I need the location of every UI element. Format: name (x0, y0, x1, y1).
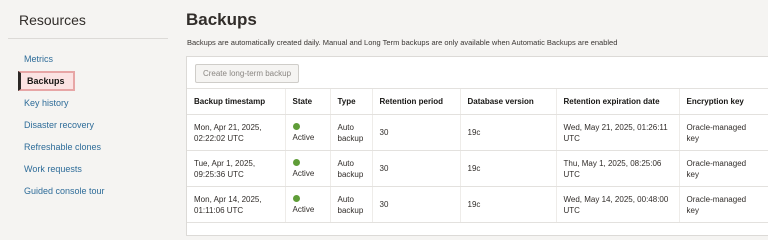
encryption-key-cell: Oracle-managed key (678, 186, 768, 223)
column-header-state[interactable]: State (284, 88, 330, 115)
backups-panel: Create long-term backup Backup timestamp… (186, 56, 768, 236)
encryption-key-cell: Oracle-managed key (678, 114, 768, 151)
backup-timestamp-cell: Tue, Apr 1, 2025, 09:25:36 UTC (187, 150, 285, 187)
column-header-retention-period[interactable]: Retention period (371, 88, 460, 115)
table-row: Tue, Apr 1, 2025, 09:25:36 UTC Active Aut… (187, 150, 768, 187)
backups-main: Backups Backups are automatically create… (186, 0, 768, 236)
type-line: Auto (337, 194, 354, 204)
sidebar-item-metrics[interactable]: Metrics (0, 48, 172, 70)
state-label: Active (292, 204, 315, 214)
timestamp-time: 02:22:02 UTC (194, 133, 244, 143)
sidebar-item-label: Metrics (24, 54, 53, 64)
table-row: Mon, Apr 14, 2025, 01:11:06 UTC Active Au… (187, 186, 768, 223)
timestamp-time: 09:25:36 UTC (194, 169, 244, 179)
resources-sidebar: Resources Metrics Backups Key history Di… (0, 0, 172, 233)
sidebar-item-work-requests[interactable]: Work requests (0, 158, 172, 180)
sidebar-divider (8, 38, 168, 39)
encryption-line: key (686, 169, 699, 179)
sidebar-item-label: Backups (18, 71, 75, 91)
encryption-key-cell: Oracle-managed key (678, 150, 768, 187)
database-version-cell: 19c (459, 186, 556, 223)
active-status-dot-icon (292, 194, 300, 202)
retention-expiration-cell: Thu, May 1, 2025, 08:25:06 UTC (555, 150, 679, 187)
column-header-database-version[interactable]: Database version (459, 88, 556, 115)
create-long-term-backup-button[interactable]: Create long-term backup (195, 64, 299, 83)
table-row: Mon, Apr 21, 2025, 02:22:02 UTC Active Au… (187, 114, 768, 151)
expiration-line: Thu, May 1, 2025, 08:25:06 (563, 158, 662, 168)
type-line: backup (337, 205, 364, 215)
retention-period-cell: 30 (371, 114, 460, 151)
column-header-backup-timestamp[interactable]: Backup timestamp (187, 88, 285, 115)
sidebar-item-backups[interactable]: Backups (0, 70, 172, 92)
type-line: Auto (337, 158, 354, 168)
sidebar-item-label: Refreshable clones (24, 142, 102, 152)
encryption-line: Oracle-managed (686, 122, 747, 132)
timestamp-time: 01:11:06 UTC (194, 205, 244, 215)
resources-nav: Metrics Backups Key history Disaster rec… (0, 48, 172, 202)
type-cell: Auto backup (329, 150, 372, 187)
type-cell: Auto backup (329, 186, 372, 223)
active-status-dot-icon (292, 158, 300, 166)
page-description: Backups are automatically created daily.… (187, 38, 618, 47)
table-header-row: Backup timestamp State Type Retention pe… (187, 88, 768, 115)
sidebar-item-refreshable-clones[interactable]: Refreshable clones (0, 136, 172, 158)
expiration-line: UTC (563, 169, 580, 179)
column-header-type[interactable]: Type (329, 88, 372, 115)
sidebar-title: Resources (19, 12, 86, 28)
sidebar-item-disaster-recovery[interactable]: Disaster recovery (0, 114, 172, 136)
sidebar-item-label: Disaster recovery (24, 120, 95, 130)
expiration-line: Wed, May 14, 2025, 00:48:00 (563, 194, 669, 204)
sidebar-item-label: Key history (24, 98, 69, 108)
encryption-line: Oracle-managed (686, 158, 747, 168)
sidebar-item-label: Guided console tour (24, 186, 105, 196)
timestamp-date: Tue, Apr 1, 2025, (194, 158, 256, 168)
state-cell: Active (284, 186, 330, 223)
column-header-encryption-key[interactable]: Encryption key (678, 88, 768, 115)
encryption-line: key (686, 205, 699, 215)
sidebar-item-key-history[interactable]: Key history (0, 92, 172, 114)
column-header-retention-expiration-date[interactable]: Retention expiration date (555, 88, 679, 115)
database-version-cell: 19c (459, 114, 556, 151)
timestamp-date: Mon, Apr 21, 2025, (194, 122, 262, 132)
active-status-dot-icon (292, 122, 300, 130)
backup-timestamp-cell: Mon, Apr 21, 2025, 02:22:02 UTC (187, 114, 285, 151)
type-cell: Auto backup (329, 114, 372, 151)
expiration-line: Wed, May 21, 2025, 01:26:11 (563, 122, 668, 132)
retention-expiration-cell: Wed, May 21, 2025, 01:26:11 UTC (555, 114, 679, 151)
retention-period-cell: 30 (371, 150, 460, 187)
type-line: backup (337, 133, 364, 143)
timestamp-date: Mon, Apr 14, 2025, (194, 194, 262, 204)
expiration-line: UTC (563, 133, 580, 143)
state-cell: Active (284, 150, 330, 187)
sidebar-item-label: Work requests (24, 164, 82, 174)
state-cell: Active (284, 114, 330, 151)
type-line: Auto (337, 122, 354, 132)
encryption-line: Oracle-managed (686, 194, 747, 204)
type-line: backup (337, 169, 364, 179)
database-version-cell: 19c (459, 150, 556, 187)
expiration-line: UTC (563, 205, 580, 215)
sidebar-item-guided-console-tour[interactable]: Guided console tour (0, 180, 172, 202)
backup-timestamp-cell: Mon, Apr 14, 2025, 01:11:06 UTC (187, 186, 285, 223)
retention-expiration-cell: Wed, May 14, 2025, 00:48:00 UTC (555, 186, 679, 223)
page-title: Backups (186, 10, 257, 29)
state-label: Active (292, 132, 315, 142)
retention-period-cell: 30 (371, 186, 460, 223)
backups-table: Backup timestamp State Type Retention pe… (187, 88, 768, 223)
state-label: Active (292, 168, 315, 178)
encryption-line: key (686, 133, 699, 143)
